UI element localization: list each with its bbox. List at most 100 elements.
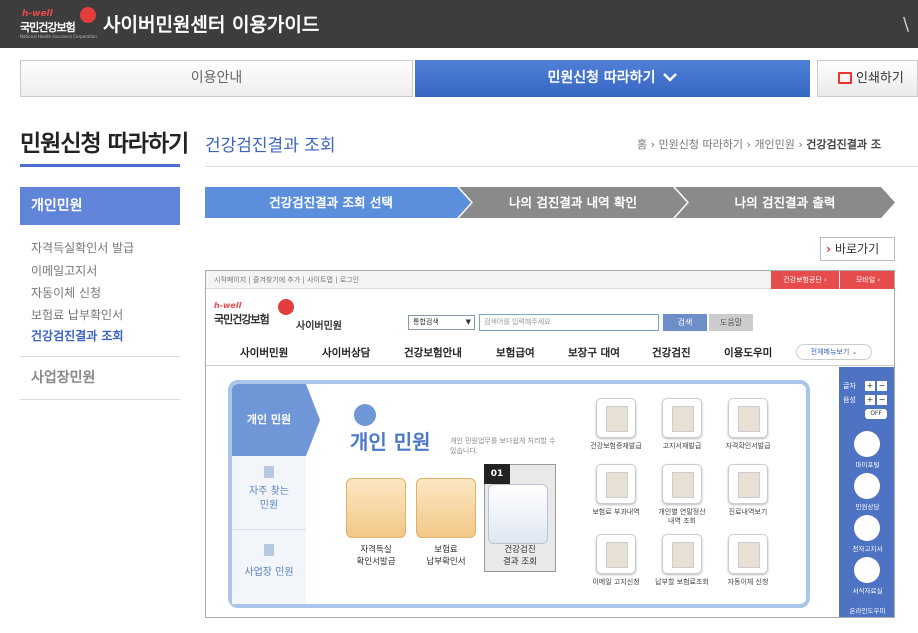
rail-item-label: 마이포털 — [855, 461, 880, 469]
inner-menu-item: 보장구 대여 — [568, 347, 620, 359]
plus-icon: + — [865, 395, 875, 405]
nav-group-personal[interactable]: 개인민원 — [20, 187, 180, 225]
qualification-tile-icon — [346, 478, 406, 538]
rail-font-label: 글자 — [843, 382, 856, 390]
panel-subtext: 개인 민원업무를 보다쉽게 처리할 수 있습니다. — [450, 437, 556, 455]
tab-info-label: 이용안내 — [190, 70, 243, 86]
logo-subtext: National Health Insurance Corporation — [20, 34, 97, 39]
minus-icon: − — [877, 395, 887, 405]
monitor-icon — [854, 431, 880, 457]
pie-chart-icon — [662, 464, 702, 504]
inner-logo-tagline: h-well — [214, 301, 242, 310]
breadcrumb-home[interactable]: 홈 — [637, 138, 647, 151]
tab-follow[interactable]: 민원신청 따라하기 — [415, 60, 810, 97]
panel-tab-arrow — [306, 384, 320, 456]
inner-menu-item: 사이버민원 — [240, 347, 289, 359]
plus-icon: + — [865, 381, 875, 391]
nav-item-qualification[interactable]: 자격득실확인서 발급 — [31, 239, 134, 256]
inner-menu-item: 사이버상담 — [322, 347, 371, 359]
big-tile-label: 보험료 납부확인서 — [426, 545, 466, 567]
person-icon — [354, 404, 376, 426]
small-tile-label: 개인별 연말정산 내역 조회 — [658, 508, 706, 525]
big-tile-label: 자격득실 확인서발급 — [356, 545, 396, 567]
mail-icon — [854, 515, 880, 541]
page-title: 건강검진결과 조회 — [205, 136, 336, 156]
breadcrumb: 홈 › 민원신청 따라하기 › 개인민원 › 건강검진결과 조 — [637, 138, 881, 151]
heart-icon — [80, 7, 96, 23]
sound-off-toggle: OFF — [865, 409, 887, 419]
document-icon — [264, 466, 274, 478]
rail-item-label: 서식자료실 — [852, 587, 883, 595]
minus-icon: − — [877, 381, 887, 391]
step-2-label: 나의 검진결과 내역 확인 — [509, 195, 637, 210]
bill-icon — [662, 398, 702, 438]
guide-screenshot: 시작페이지 | 즐겨찾기에 추가 | 사이트맵 | 로그인 건강보험공단 › 모… — [205, 270, 895, 618]
chevron-down-icon — [663, 60, 678, 97]
card-icon — [596, 398, 636, 438]
nav-item-health-checkup[interactable]: 건강검진결과 조회 — [31, 327, 124, 344]
inner-menu-item: 보험급여 — [496, 347, 535, 359]
rail-item-label: 민원상담 — [855, 503, 880, 511]
nav-item-email-bill[interactable]: 이메일고지서 — [31, 262, 97, 279]
close-icon[interactable]: \ — [903, 14, 909, 35]
inner-right-rail: 글자 + − 음성 + − OFF 마이포털 민원상담 전자고지서 서식자료실 … — [839, 367, 894, 617]
inner-help-button: 도움말 — [709, 314, 753, 331]
breadcrumb-follow[interactable]: 민원신청 따라하기 — [659, 138, 743, 151]
inner-nhis-link: 건강보험공단 › — [771, 271, 839, 289]
print-icon — [838, 72, 852, 84]
logo-tagline: h-well — [22, 9, 53, 19]
nhis-logo: h-well 국민건강보험 National Health Insurance … — [20, 7, 98, 41]
stethoscope-icon — [728, 464, 768, 504]
step-badge: 01 — [484, 464, 510, 484]
big-tile-label: 건강검진 결과 조회 — [503, 545, 537, 567]
refresh-icon — [728, 534, 768, 574]
inner-all-menu-button: 전체메뉴보기 ⌄ — [796, 344, 872, 360]
nav-item-payment-confirm[interactable]: 보험료 납부확인서 — [31, 306, 123, 323]
chevron-down-icon: ▼ — [465, 318, 471, 326]
title-divider — [205, 166, 918, 167]
heart-icon — [278, 299, 294, 315]
step-1-label: 건강검진결과 조회 선택 — [269, 195, 393, 210]
section-title: 민원신청 따라하기 — [20, 131, 189, 157]
email-icon — [596, 534, 636, 574]
breadcrumb-personal[interactable]: 개인민원 — [754, 138, 794, 151]
certificate-icon — [728, 398, 768, 438]
small-tile-label: 보험료 부과내역 — [592, 508, 640, 516]
inner-menu-item: 이용도우미 — [724, 347, 773, 359]
inner-menu-item: 건강검진 — [652, 347, 691, 359]
print-label: 인쇄하기 — [856, 71, 904, 86]
checkup-tile-icon — [488, 484, 548, 544]
panel-tab-business: 사업장 민원 — [232, 530, 306, 604]
panel-tab-personal: 개인 민원 — [232, 384, 306, 456]
nav-item-autopay[interactable]: 자동이체 신청 — [31, 284, 101, 301]
inner-service-panel: 개인 민원 자주 찾는 민원 사업장 민원 개인 민원 개인 민원업무를 보다쉽… — [228, 380, 810, 608]
form-icon — [854, 557, 880, 583]
inner-search-input: 검색어를 입력해주세요 — [479, 314, 659, 331]
small-tile-label: 건강보험증재발급 — [590, 442, 642, 450]
print-button[interactable]: 인쇄하기 — [817, 60, 918, 97]
shortcut-button[interactable]: 바로가기 — [820, 237, 895, 261]
payment-tile-icon — [416, 478, 476, 538]
panel-heading: 개인 민원 — [350, 430, 431, 454]
window-title: 사이버민원센터 이용가이드 — [103, 14, 320, 36]
inner-site-name: 사이버민원 — [296, 321, 342, 332]
calculator-icon — [596, 464, 636, 504]
inner-logo: h-well 국민건강보험 — [214, 299, 294, 337]
nav-group-business[interactable]: 사업장민원 — [31, 367, 95, 387]
inner-menu-item: 건강보험안내 — [404, 347, 462, 359]
won-icon — [662, 534, 702, 574]
tab-follow-label: 민원신청 따라하기 — [547, 70, 656, 86]
step-3-label: 나의 검진결과 출력 — [735, 195, 836, 210]
small-tile-label: 납부할 보험료조회 — [655, 578, 709, 586]
small-tile-label: 이메일 고지신청 — [592, 578, 640, 586]
inner-search-button: 검색 — [663, 314, 707, 331]
inner-search-scope-value: 통합검색 — [413, 318, 439, 326]
small-tile-label: 자동이체 신청 — [727, 578, 769, 586]
title-underline — [20, 164, 180, 167]
building-icon — [264, 544, 274, 556]
inner-menu: 사이버민원 사이버상담 건강보험안내 보험급여 보장구 대여 건강검진 이용도우… — [206, 339, 894, 366]
breadcrumb-current: 건강검진결과 조 — [806, 138, 881, 151]
tab-info[interactable]: 이용안내 — [20, 60, 413, 97]
nav-divider — [20, 399, 180, 400]
panel-tab-frequent-label: 자주 찾는 민원 — [249, 486, 289, 511]
